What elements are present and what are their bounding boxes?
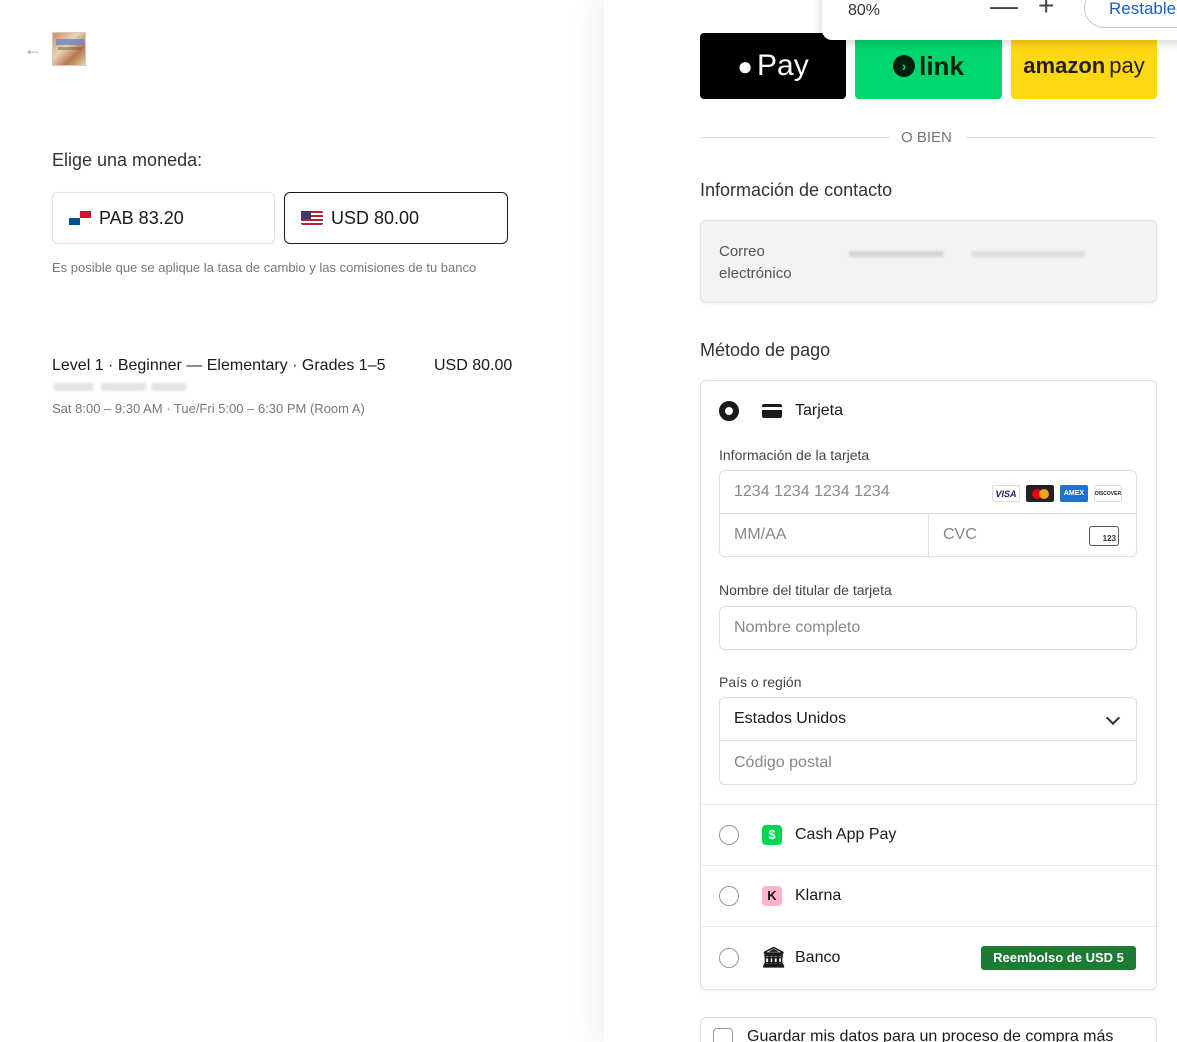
country-value: Estados Unidos <box>734 710 847 727</box>
amazon-pay-button[interactable]: amazon pay <box>1011 33 1157 99</box>
save-info-checkbox[interactable] <box>713 1028 733 1042</box>
amazon-logo: amazon <box>1023 53 1106 78</box>
currency-option-label: USD 80.00 <box>331 207 420 228</box>
radio-card[interactable] <box>719 401 739 421</box>
radio-klarna[interactable] <box>719 886 739 906</box>
divider-line-left <box>700 137 890 138</box>
country-label: País o región <box>719 674 802 690</box>
payment-method-klarna-label: Klarna <box>795 887 842 904</box>
back-arrow-icon[interactable]: ← <box>24 38 46 60</box>
method-separator <box>701 865 1156 866</box>
email-redacted-value <box>849 251 1085 257</box>
amazon-pay-label: pay <box>1109 53 1145 78</box>
method-separator <box>701 804 1156 805</box>
zoom-reset-button[interactable]: Restablecer <box>1084 0 1177 28</box>
visa-icon: VISA <box>992 485 1020 502</box>
line-item-name: Level 1 · Beginner — Elementary · Grades… <box>52 357 386 374</box>
exchange-disclaimer: Es posible que se aplique la tasa de cam… <box>52 260 477 275</box>
logo-text-band <box>56 39 84 45</box>
logo-subtext-band <box>58 47 82 50</box>
currency-option-label: PAB 83.20 <box>99 207 184 228</box>
amex-icon: AMEX <box>1060 485 1088 502</box>
card-number-placeholder: 1234 1234 1234 1234 <box>734 483 890 500</box>
country-select[interactable]: Estados Unidos <box>719 697 1137 741</box>
radio-cash-app[interactable] <box>719 825 739 845</box>
credit-card-icon <box>762 404 782 418</box>
payment-method-bank-label: Banco <box>795 949 841 966</box>
payment-method-card-label: Tarjeta <box>795 402 844 419</box>
divider-or-text: O BIEN <box>901 129 952 146</box>
payment-method-cash-app-label: Cash App Pay <box>795 826 897 843</box>
divider-line-right <box>966 137 1156 138</box>
save-info-box: Guardar mis datos para un proceso de com… <box>700 1017 1157 1042</box>
chevron-right-icon: › <box>893 55 916 77</box>
email-label: Correo electrónico <box>719 243 792 282</box>
cvc-card-icon: 123 <box>1089 526 1119 546</box>
apple-icon: ● <box>737 50 753 81</box>
link-pay-label: link <box>919 50 964 81</box>
payment-method-title: Método de pago <box>700 340 831 360</box>
holder-name-placeholder: Nombre completo <box>734 619 861 636</box>
card-info-label: Información de la tarjeta <box>719 447 870 463</box>
line-item-price: USD 80.00 <box>434 357 513 374</box>
radio-bank[interactable] <box>719 948 739 968</box>
zoom-level: 80% <box>848 2 881 19</box>
holder-name-label: Nombre del titular de tarjeta <box>719 582 892 598</box>
currency-title: Elige una moneda: <box>52 150 203 170</box>
bank-refund-badge: Reembolso de USD 5 <box>981 946 1136 970</box>
mastercard-icon <box>1026 485 1054 502</box>
email-field[interactable]: Correo electrónico <box>700 220 1157 303</box>
method-separator <box>701 926 1156 927</box>
klarna-icon: K <box>762 886 782 906</box>
apple-pay-button[interactable]: ● Pay <box>700 33 846 99</box>
order-summary-panel: ← Elige una moneda: PAB 83.20 USD 80.00 … <box>0 0 604 1042</box>
line-item-redacted-text <box>54 383 186 391</box>
postal-code-placeholder: Código postal <box>734 753 832 771</box>
panama-flag-icon <box>69 211 91 225</box>
mastercard-circle-orange <box>1038 488 1049 499</box>
discover-icon: DISCOVER <box>1094 485 1122 502</box>
merchant-logo[interactable] <box>52 32 86 66</box>
expiry-placeholder: MM/AA <box>734 526 787 543</box>
postal-code-input[interactable]: Código postal <box>719 740 1137 785</box>
cash-app-icon: $ <box>762 825 782 845</box>
currency-option-pab[interactable]: PAB 83.20 <box>52 192 275 244</box>
save-info-label: Guardar mis datos para un proceso de com… <box>747 1028 1114 1042</box>
zoom-out-button[interactable]: — <box>990 0 1018 22</box>
zoom-in-button[interactable]: + <box>1038 0 1054 22</box>
holder-name-input[interactable]: Nombre completo <box>719 606 1137 650</box>
contact-section-title: Información de contacto <box>700 180 893 200</box>
expiry-input[interactable]: MM/AA <box>719 513 929 557</box>
currency-option-usd[interactable]: USD 80.00 <box>284 192 508 244</box>
us-flag-icon <box>301 211 323 225</box>
line-item-schedule: Sat 8:00 – 9:30 AM · Tue/Fri 5:00 – 6:30… <box>52 401 365 416</box>
bank-icon: 🏛 <box>761 947 787 969</box>
apple-pay-label: Pay <box>757 49 809 82</box>
zoom-popup: 80% — + Restablecer <box>822 0 1177 40</box>
link-pay-button[interactable]: › link <box>855 33 1002 99</box>
cvc-placeholder: CVC <box>943 526 977 543</box>
